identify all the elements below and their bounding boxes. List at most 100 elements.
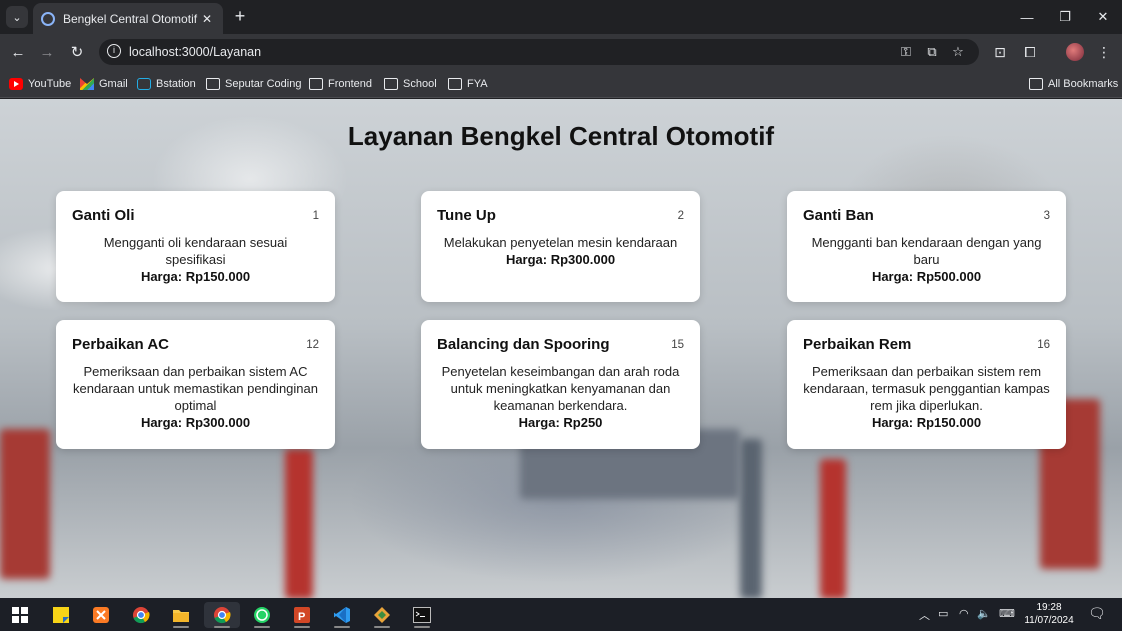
bookmark-label: Seputar Coding: [225, 78, 302, 90]
reload-icon[interactable]: ↻: [66, 41, 88, 63]
app-running-indicator: [334, 626, 350, 628]
service-id: 1: [312, 210, 319, 222]
service-card: Perbaikan AC 12 Pemeriksaan dan perbaika…: [56, 320, 335, 449]
notifications-icon[interactable]: 🗨: [1088, 605, 1106, 622]
bookmark-gmail[interactable]: Gmail: [80, 76, 128, 92]
service-price: Harga: Rp500.000: [871, 269, 982, 284]
service-price: Harga: Rp300.000: [505, 252, 616, 267]
folder-icon: [1029, 78, 1043, 90]
battery-icon[interactable]: ▭: [938, 607, 948, 620]
tab-title: Bengkel Central Otomotif: [63, 11, 198, 26]
windows-start-icon[interactable]: [2, 602, 38, 628]
service-id: 16: [1037, 339, 1050, 351]
taskbar: P ︿ ▭ ◠ 🔈 ⌨ 19:28 11/07/2024 🗨: [0, 598, 1122, 631]
bookmark-label: School: [403, 78, 437, 90]
background-lift-post: [820, 459, 846, 598]
all-bookmarks[interactable]: All Bookmarks: [1029, 76, 1118, 92]
folder-icon: [206, 78, 220, 90]
service-description: Mengganti ban kendaraan dengan yang baru: [811, 235, 1042, 267]
react-favicon-icon: [41, 11, 55, 26]
service-card: Balancing dan Spooring 15 Penyetelan kes…: [421, 320, 700, 449]
bookmark-school[interactable]: School: [384, 76, 437, 92]
vscode-icon[interactable]: [324, 602, 360, 628]
xampp-icon[interactable]: [83, 602, 119, 628]
service-title: Ganti Oli: [72, 207, 135, 224]
profile-avatar[interactable]: [1066, 43, 1084, 61]
service-title: Tune Up: [437, 207, 496, 224]
page-viewport: Layanan Bengkel Central Otomotif Ganti O…: [0, 99, 1122, 598]
url-text[interactable]: localhost:3000/Layanan: [129, 45, 261, 59]
password-key-icon[interactable]: ⚿: [897, 43, 915, 61]
folder-icon: [448, 78, 462, 90]
keyboard-icon[interactable]: ⌨: [999, 607, 1015, 620]
forward-icon[interactable]: →: [36, 41, 58, 63]
chrome-active-icon[interactable]: [204, 602, 240, 628]
close-tab-icon[interactable]: ✕: [199, 12, 215, 26]
chrome-icon[interactable]: [123, 602, 159, 628]
bookmark-label: Gmail: [99, 78, 128, 90]
bookmark-label: YouTube: [28, 78, 72, 90]
tab-strip: ⌄ Bengkel Central Otomotif ✕ + — ❐ ✕: [0, 0, 1122, 34]
service-id: 15: [671, 339, 684, 351]
service-title: Ganti Ban: [803, 207, 874, 224]
folder-icon: [309, 78, 323, 90]
site-info-icon[interactable]: i: [107, 44, 121, 58]
service-price: Harga: Rp150.000: [871, 415, 982, 430]
service-description: Mengganti oli kendaraan sesuai spesifika…: [103, 235, 288, 267]
bookmark-label: Bstation: [156, 78, 196, 90]
service-price: Harga: Rp250: [518, 415, 603, 430]
git-gui-icon[interactable]: [364, 602, 400, 628]
restore-icon[interactable]: ❐: [1046, 0, 1084, 34]
service-card: Ganti Ban 3 Mengganti ban kendaraan deng…: [787, 191, 1066, 302]
new-tab-icon[interactable]: +: [230, 6, 250, 26]
background-lift-post: [740, 439, 762, 598]
lens-icon[interactable]: ⊡: [990, 42, 1010, 62]
app-running-indicator: [374, 626, 390, 628]
terminal-icon[interactable]: [404, 602, 440, 628]
close-window-icon[interactable]: ✕: [1084, 0, 1122, 34]
whatsapp-icon[interactable]: [244, 602, 280, 628]
bookmark-youtube[interactable]: YouTube: [9, 76, 71, 92]
service-price: Harga: Rp300.000: [140, 415, 251, 430]
service-card: Tune Up 2 Melakukan penyetelan mesin ken…: [421, 191, 700, 302]
background-toolbox: [0, 429, 50, 579]
install-app-icon[interactable]: ⧉: [923, 43, 941, 61]
app-running-indicator: [173, 626, 189, 628]
bookmark-star-icon[interactable]: ☆: [949, 43, 967, 61]
bookmark-label: Frontend: [328, 78, 373, 90]
browser-toolbar: ← → ↻ i localhost:3000/Layanan ⚿ ⧉ ☆ ⊡ ⧠…: [0, 34, 1122, 70]
folder-icon: [384, 78, 398, 90]
service-price: Harga: Rp150.000: [140, 269, 251, 284]
service-card: Ganti Oli 1 Mengganti oli kendaraan sesu…: [56, 191, 335, 302]
bookmark-seputar-coding[interactable]: Seputar Coding: [206, 76, 301, 92]
volume-muted-icon[interactable]: 🔈: [977, 607, 991, 620]
sticky-notes-icon[interactable]: [43, 602, 79, 628]
tab-search-icon[interactable]: ⌄: [6, 6, 28, 28]
service-description: Penyetelan keseimbangan dan arah roda un…: [441, 364, 680, 413]
service-description: Melakukan penyetelan mesin kendaraan: [443, 235, 678, 250]
bookmark-label: FYA: [467, 78, 488, 90]
back-icon[interactable]: ←: [7, 41, 29, 63]
all-bookmarks-label: All Bookmarks: [1048, 78, 1119, 90]
app-running-indicator: [214, 626, 230, 628]
service-title: Perbaikan AC: [72, 336, 169, 353]
wifi-icon[interactable]: ◠: [959, 607, 969, 620]
powerpoint-icon[interactable]: P: [284, 602, 320, 628]
service-title: Balancing dan Spooring: [437, 336, 610, 353]
app-running-indicator: [414, 626, 430, 628]
menu-kebab-icon[interactable]: ⋮: [1094, 42, 1114, 62]
file-explorer-icon[interactable]: [163, 602, 199, 628]
clock-time: 19:28: [1036, 602, 1062, 613]
bookmark-fya[interactable]: FYA: [448, 76, 488, 92]
bookmark-bstation[interactable]: Bstation: [137, 76, 196, 92]
gmail-icon: [80, 78, 94, 90]
chevron-up-icon[interactable]: ︿: [919, 607, 930, 623]
app-running-indicator: [294, 626, 310, 628]
system-clock[interactable]: 19:28 11/07/2024: [1020, 601, 1078, 627]
youtube-icon: [9, 78, 23, 90]
extensions-icon[interactable]: ⧠: [1020, 42, 1040, 62]
address-bar[interactable]: i localhost:3000/Layanan ⚿ ⧉ ☆: [99, 39, 979, 65]
tab-active[interactable]: Bengkel Central Otomotif ✕: [33, 3, 223, 34]
bookmark-frontend[interactable]: Frontend: [309, 76, 372, 92]
minimize-icon[interactable]: —: [1008, 0, 1046, 34]
